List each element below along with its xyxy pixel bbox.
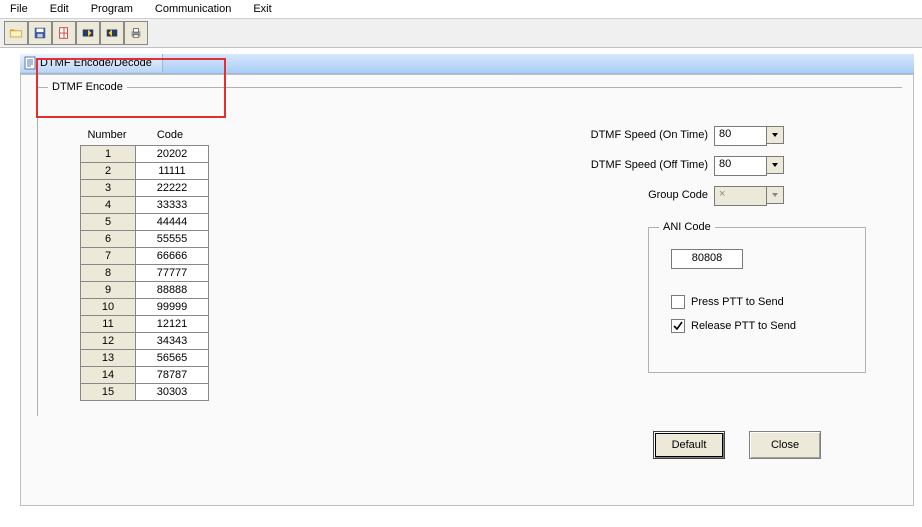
tab-strip: DTMF Encode/Decode — [20, 54, 914, 74]
row-number: 13 — [81, 350, 136, 367]
checkbox-press-ptt[interactable]: Press PTT to Send — [671, 295, 784, 309]
row-number: 11 — [81, 316, 136, 333]
toolbar — [0, 19, 922, 48]
groupbox-ani-code: ANI Code 80808 Press PTT to Send Release… — [648, 221, 866, 373]
row-code[interactable]: 34343 — [136, 333, 209, 350]
menu-program[interactable]: Program — [87, 2, 137, 16]
write-icon[interactable] — [100, 21, 124, 45]
combo-speed-off[interactable]: 80 — [714, 156, 784, 174]
row-number: 10 — [81, 299, 136, 316]
table-row: 1099999 — [81, 299, 209, 316]
menu-exit[interactable]: Exit — [249, 2, 275, 16]
row-code[interactable]: 56565 — [136, 350, 209, 367]
menu-edit[interactable]: Edit — [46, 2, 73, 16]
row-number: 6 — [81, 231, 136, 248]
new-icon[interactable] — [52, 21, 76, 45]
col-header-code: Code — [134, 129, 206, 141]
table-row: 655555 — [81, 231, 209, 248]
chevron-down-icon[interactable] — [767, 126, 784, 144]
table-row: 211111 — [81, 163, 209, 180]
row-code[interactable]: 78787 — [136, 367, 209, 384]
table-row: 322222 — [81, 180, 209, 197]
groupbox-dtmf-encode: DTMF Encode Number Code 1202022111113222… — [37, 81, 902, 416]
checkbox-icon — [671, 295, 685, 309]
combo-group-code: × — [714, 186, 784, 204]
table-row: 877777 — [81, 265, 209, 282]
tab-dtmf-encode-decode[interactable]: DTMF Encode/Decode — [20, 54, 163, 72]
row-code[interactable]: 88888 — [136, 282, 209, 299]
table-row: 120202 — [81, 146, 209, 163]
menubar: File Edit Program Communication Exit — [0, 0, 922, 19]
checkbox-label: Press PTT to Send — [691, 296, 784, 308]
table-row: 988888 — [81, 282, 209, 299]
row-number: 5 — [81, 214, 136, 231]
row-code[interactable]: 11111 — [136, 163, 209, 180]
table-row: 433333 — [81, 197, 209, 214]
row-code[interactable]: 12121 — [136, 316, 209, 333]
row-code[interactable]: 66666 — [136, 248, 209, 265]
combo-group-code-value: × — [714, 186, 767, 206]
row-number: 1 — [81, 146, 136, 163]
print-icon[interactable] — [124, 21, 148, 45]
table-row: 544444 — [81, 214, 209, 231]
menu-communication[interactable]: Communication — [151, 2, 235, 16]
checkbox-release-ptt[interactable]: Release PTT to Send — [671, 319, 796, 333]
checkbox-icon — [671, 319, 685, 333]
row-code[interactable]: 55555 — [136, 231, 209, 248]
table-row: 1530303 — [81, 384, 209, 401]
groupbox-ani-label: ANI Code — [659, 221, 715, 233]
chevron-down-icon — [767, 186, 784, 204]
save-icon[interactable] — [28, 21, 52, 45]
row-number: 4 — [81, 197, 136, 214]
client-area: DTMF Encode Number Code 1202022111113222… — [20, 74, 914, 506]
ani-code-input[interactable]: 80808 — [671, 249, 743, 269]
row-code[interactable]: 99999 — [136, 299, 209, 316]
row-code[interactable]: 22222 — [136, 180, 209, 197]
row-number: 12 — [81, 333, 136, 350]
row-number: 9 — [81, 282, 136, 299]
row-number: 3 — [81, 180, 136, 197]
combo-speed-off-value: 80 — [714, 156, 767, 176]
read-icon[interactable] — [76, 21, 100, 45]
label-speed-off: DTMF Speed (Off Time) — [578, 159, 708, 171]
col-header-number: Number — [80, 129, 134, 141]
row-code[interactable]: 30303 — [136, 384, 209, 401]
menu-file[interactable]: File — [6, 2, 32, 16]
row-code[interactable]: 44444 — [136, 214, 209, 231]
row-number: 7 — [81, 248, 136, 265]
chevron-down-icon[interactable] — [767, 156, 784, 174]
combo-speed-on-value: 80 — [714, 126, 767, 146]
table-row: 766666 — [81, 248, 209, 265]
row-code[interactable]: 33333 — [136, 197, 209, 214]
table-row: 1112121 — [81, 316, 209, 333]
dtmf-table: Number Code 1202022111113222224333335444… — [80, 129, 209, 401]
table-row: 1234343 — [81, 333, 209, 350]
label-group-code: Group Code — [578, 189, 708, 201]
groupbox-label: DTMF Encode — [48, 81, 127, 93]
label-speed-on: DTMF Speed (On Time) — [578, 129, 708, 141]
row-code[interactable]: 20202 — [136, 146, 209, 163]
row-number: 2 — [81, 163, 136, 180]
checkbox-label: Release PTT to Send — [691, 320, 796, 332]
open-icon[interactable] — [4, 21, 28, 45]
document-icon — [24, 56, 36, 70]
combo-speed-on[interactable]: 80 — [714, 126, 784, 144]
tab-label: DTMF Encode/Decode — [40, 57, 152, 69]
row-number: 15 — [81, 384, 136, 401]
default-button[interactable]: Default — [653, 431, 725, 459]
close-button[interactable]: Close — [749, 431, 821, 459]
table-row: 1356565 — [81, 350, 209, 367]
table-row: 1478787 — [81, 367, 209, 384]
row-number: 8 — [81, 265, 136, 282]
row-code[interactable]: 77777 — [136, 265, 209, 282]
row-number: 14 — [81, 367, 136, 384]
